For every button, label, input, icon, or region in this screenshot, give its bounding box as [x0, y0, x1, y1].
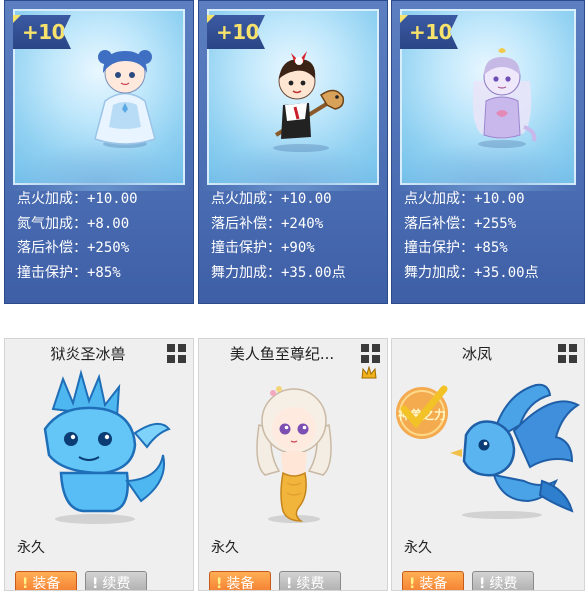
exclamation-icon: ! [286, 576, 293, 591]
blue-haired-fairy-girl-icon [94, 50, 156, 148]
stats-list: 点火加成：+10.00 氮气加成：+8.00 落后补偿：+250% 撞击保护：+… [17, 187, 138, 285]
crown-icon [361, 366, 377, 379]
stat-value: +85% [87, 264, 121, 281]
renew-button[interactable]: ! 续费 [472, 571, 534, 591]
exclamation-icon: ! [92, 576, 99, 591]
renew-button[interactable]: ! 续费 [279, 571, 341, 591]
exclamation-icon: ! [479, 576, 486, 591]
stat-label: 氮气加成： [17, 215, 87, 232]
ice-phoenix-icon [450, 383, 580, 519]
stat-value: +10.00 [87, 191, 138, 207]
pet-name: 冰凤 [461, 345, 492, 363]
boy-on-hobby-horse-icon [273, 51, 345, 152]
stat-label: 撞击保护： [211, 240, 281, 256]
stat-label: 舞力加成： [404, 264, 474, 281]
duration-label: 永久 [211, 540, 239, 556]
stat-label: 点火加成： [211, 191, 281, 207]
exclamation-icon: ! [216, 576, 223, 591]
boost-card-3[interactable]: +10 点火加成：+10.00 落后补偿：+255% 撞击保护：+85% 舞力加… [391, 0, 585, 304]
stat-label: 撞击保护： [404, 240, 474, 256]
exclamation-icon: ! [22, 576, 29, 591]
duration-label: 永久 [404, 540, 432, 556]
equip-button[interactable]: ! 装备 [209, 571, 271, 591]
duration-label: 永久 [17, 540, 45, 556]
pet-card-3[interactable]: 冰凤 神兽之力 永久 ! 装备 ! 续费 [391, 338, 585, 591]
stat-row: 点火加成：+10.00 [404, 187, 539, 212]
boost-card-2[interactable]: +10 点火加成：+10.00 落后补偿：+240% 撞击保护：+90% 舞力加… [198, 0, 388, 304]
grid-menu-icon[interactable] [167, 344, 187, 364]
stats-list: 点火加成：+10.00 落后补偿：+255% 撞击保护：+85% 舞力加成：+3… [404, 187, 539, 285]
stat-label: 撞击保护： [17, 264, 87, 281]
equip-button[interactable]: ! 装备 [402, 571, 464, 591]
renew-button[interactable]: ! 续费 [85, 571, 147, 591]
ice-dragon-icon [43, 369, 171, 524]
lavender-ghost-girl-icon [472, 48, 537, 148]
mermaid-icon [256, 386, 332, 523]
stat-row: 舞力加成：+35.00点 [404, 261, 539, 286]
stat-row: 落后补偿：+240% [211, 212, 346, 237]
level-badge: +10 [207, 15, 265, 49]
stat-label: 点火加成： [404, 191, 474, 207]
stat-row: 撞击保护：+90% [211, 236, 346, 261]
stat-value: +90% [281, 240, 315, 256]
grid-menu-icon[interactable] [361, 344, 381, 364]
stat-row: 撞击保护：+85% [404, 236, 539, 261]
stat-value: +35.00点 [474, 264, 539, 281]
level-badge: +10 [13, 15, 71, 49]
stat-value: +10.00 [474, 191, 525, 207]
stat-label: 点火加成： [17, 191, 87, 207]
equip-button[interactable]: ! 装备 [15, 571, 77, 591]
stat-label: 落后补偿： [211, 215, 281, 232]
stat-label: 落后补偿： [404, 215, 474, 232]
stat-label: 舞力加成： [211, 264, 281, 281]
stat-row: 撞击保护：+85% [17, 261, 138, 286]
pet-card-2[interactable]: 美人鱼至尊纪... 永久 ! 装备 ! 续费 [198, 338, 388, 591]
stat-value: +8.00 [87, 215, 130, 232]
stat-value: +10.00 [281, 191, 332, 207]
boost-card-1[interactable]: +10 点火加成：+10.00 氮气加成：+8.00 落后补偿：+250% 撞击… [4, 0, 194, 304]
pet-card-1[interactable]: 狱炎圣冰兽 永久 ! 装备 ! 续费 [4, 338, 194, 591]
pet-name: 美人鱼至尊纪... [229, 345, 335, 363]
stat-value: +240% [281, 215, 324, 232]
stat-value: +35.00点 [281, 264, 346, 281]
stat-row: 点火加成：+10.00 [211, 187, 346, 212]
grid-menu-icon[interactable] [558, 344, 578, 364]
pet-name: 狱炎圣冰兽 [50, 345, 126, 363]
stat-value: +255% [474, 215, 517, 232]
stat-value: +85% [474, 240, 508, 256]
stat-label: 落后补偿： [17, 240, 87, 256]
stat-row: 落后补偿：+255% [404, 212, 539, 237]
stat-value: +250% [87, 240, 130, 256]
stat-row: 舞力加成：+35.00点 [211, 261, 346, 286]
stat-row: 点火加成：+10.00 [17, 187, 138, 212]
stat-row: 氮气加成：+8.00 [17, 212, 138, 237]
exclamation-icon: ! [409, 576, 416, 591]
stats-list: 点火加成：+10.00 落后补偿：+240% 撞击保护：+90% 舞力加成：+3… [211, 187, 346, 285]
stat-row: 落后补偿：+250% [17, 236, 138, 261]
